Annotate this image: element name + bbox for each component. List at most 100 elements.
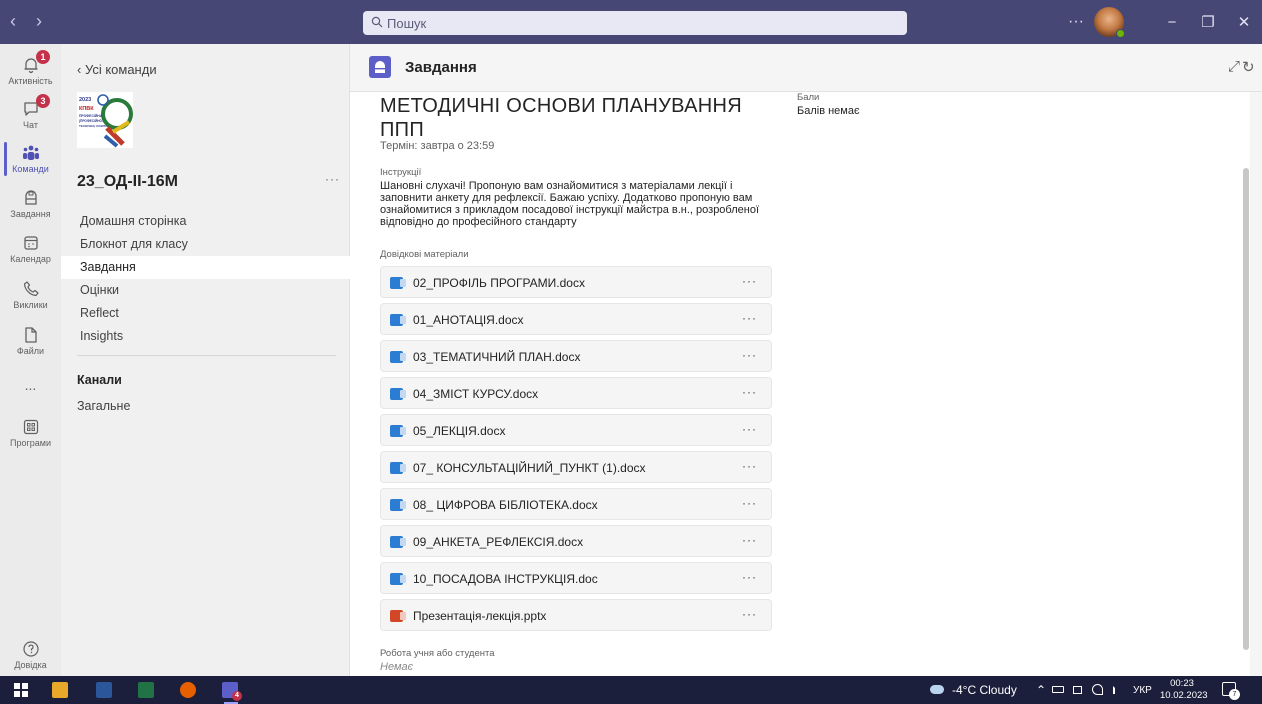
- search-placeholder: Пошук: [387, 15, 427, 31]
- user-avatar[interactable]: [1094, 7, 1125, 38]
- teams-taskbar-badge: 4: [232, 691, 242, 701]
- file-more-button[interactable]: ···: [742, 570, 757, 584]
- file-name: 01_АНОТАЦІЯ.docx: [413, 313, 524, 327]
- rail-label: Програми: [10, 438, 51, 448]
- rail-chat[interactable]: 3 Чат: [0, 94, 61, 131]
- file-name: 07_ КОНСУЛЬТАЦІЙНИЙ_ПУНКТ (1).docx: [413, 461, 646, 475]
- file-more-button[interactable]: ···: [742, 348, 757, 362]
- rail-apps[interactable]: Програми: [0, 416, 61, 449]
- expand-icon[interactable]: ⤢: [1228, 58, 1240, 75]
- assignments-icon: [0, 187, 61, 209]
- file-explorer-icon[interactable]: [52, 682, 68, 698]
- file-item[interactable]: 01_АНОТАЦІЯ.docx ···: [380, 303, 772, 335]
- team-name: 23_ОД-ІІ-16М: [77, 173, 178, 190]
- file-more-button[interactable]: ···: [742, 385, 757, 399]
- assignment-title: МЕТОДИЧНІ ОСНОВИ ПЛАНУВАННЯ ППП: [380, 95, 742, 141]
- file-item[interactable]: 07_ КОНСУЛЬТАЦІЙНИЙ_ПУНКТ (1).docx ···: [380, 451, 772, 483]
- file-item[interactable]: 09_АНКЕТА_РЕФЛЕКСІЯ.docx ···: [380, 525, 772, 557]
- volume-icon[interactable]: [1113, 686, 1121, 694]
- rail-help[interactable]: Довідка: [0, 638, 61, 671]
- file-more-button[interactable]: ···: [742, 496, 757, 510]
- rail-label: Завдання: [10, 209, 51, 219]
- minimize-button[interactable]: −: [1154, 14, 1190, 31]
- scrollbar-thumb[interactable]: [1243, 168, 1249, 650]
- logo-text-1: 2023: [79, 97, 91, 103]
- search-input[interactable]: Пошук: [363, 11, 907, 35]
- file-item[interactable]: 04_ЗМІСТ КУРСУ.docx ···: [380, 377, 772, 409]
- file-more-button[interactable]: ···: [742, 533, 757, 547]
- back-arrow-icon[interactable]: ‹: [6, 11, 20, 32]
- clock[interactable]: 00:23 10.02.2023: [1160, 678, 1208, 702]
- file-item[interactable]: 05_ЛЕКЦІЯ.docx ···: [380, 414, 772, 446]
- maximize-button[interactable]: ❐: [1190, 13, 1226, 31]
- powerpoint-file-icon: [390, 610, 406, 622]
- file-item[interactable]: 03_ТЕМАТИЧНИЙ ПЛАН.docx ···: [380, 340, 772, 372]
- file-name: Презентація-лекція.pptx: [413, 609, 547, 623]
- file-icon: [0, 324, 61, 346]
- tray-chevron-icon[interactable]: ⌃: [1036, 683, 1046, 697]
- firefox-icon[interactable]: [180, 682, 196, 698]
- rail-label: Активність: [8, 76, 53, 86]
- file-name: 04_ЗМІСТ КУРСУ.docx: [413, 387, 539, 401]
- forward-arrow-icon[interactable]: ›: [32, 11, 46, 32]
- rail-label: Календар: [10, 254, 51, 264]
- wifi-icon[interactable]: [1092, 684, 1103, 695]
- channel-general[interactable]: Загальне: [77, 399, 130, 413]
- rail-teams[interactable]: Команди: [0, 142, 61, 176]
- file-more-button[interactable]: ···: [742, 274, 757, 288]
- battery-icon[interactable]: [1052, 686, 1064, 693]
- due-date: Термін: завтра о 23:59: [380, 140, 495, 152]
- word-app-icon[interactable]: [96, 682, 112, 698]
- channels-heading: Канали: [77, 373, 122, 387]
- title-bar: ‹ › Пошук ··· − ❐ ✕: [0, 0, 1262, 44]
- teams-app-icon[interactable]: 4: [222, 682, 242, 701]
- rail-calls[interactable]: Виклики: [0, 278, 61, 311]
- file-item[interactable]: 02_ПРОФІЛЬ ПРОГРАМИ.docx ···: [380, 266, 772, 298]
- team-more-button[interactable]: ···: [325, 172, 340, 186]
- file-item[interactable]: Презентація-лекція.pptx ···: [380, 599, 772, 631]
- points-value: Балів немає: [797, 105, 860, 117]
- student-work-label: Робота учня або студента: [380, 648, 495, 659]
- team-nav-home[interactable]: Домашня сторінка: [61, 210, 350, 233]
- file-more-button[interactable]: ···: [742, 607, 757, 621]
- rail-assignments[interactable]: Завдання: [0, 187, 61, 220]
- apps-icon: [0, 416, 61, 438]
- display-icon[interactable]: [1073, 686, 1082, 694]
- team-nav-insights[interactable]: Insights: [61, 325, 350, 348]
- team-logo: 2023 КПВК ПРОФЕСІЙНА (ПРОФЕСІЙНО- ТЕХНІЧ…: [77, 92, 133, 148]
- team-nav-assignments[interactable]: Завдання: [61, 256, 350, 279]
- windows-start-icon[interactable]: [14, 683, 28, 697]
- more-options-button[interactable]: ···: [1068, 13, 1084, 31]
- close-button[interactable]: ✕: [1226, 13, 1262, 31]
- assignments-app-icon: [369, 56, 391, 78]
- team-nav-notebook[interactable]: Блокнот для класу: [61, 233, 350, 256]
- assignment-details: МЕТОДИЧНІ ОСНОВИ ПЛАНУВАННЯ ППП Термін: …: [350, 92, 1246, 676]
- file-more-button[interactable]: ···: [742, 422, 757, 436]
- file-item[interactable]: 10_ПОСАДОВА ІНСТРУКЦІЯ.doc ···: [380, 562, 772, 594]
- language-indicator[interactable]: УКР: [1133, 685, 1152, 696]
- notifications-icon[interactable]: 7: [1222, 682, 1240, 700]
- team-nav-reflect[interactable]: Reflect: [61, 302, 350, 325]
- file-more-button[interactable]: ···: [742, 459, 757, 473]
- excel-app-icon[interactable]: [138, 682, 154, 698]
- instructions-text: Шановні слухачі! Пропоную вам ознайомити…: [380, 180, 760, 228]
- rail-label: Довідка: [14, 660, 47, 670]
- rail-calendar[interactable]: Календар: [0, 232, 61, 265]
- weather-text[interactable]: -4°C Cloudy: [952, 683, 1017, 697]
- page-title: Завдання: [405, 59, 477, 76]
- rail-label: Виклики: [13, 300, 48, 310]
- logo-text-2: КПВК: [79, 106, 94, 112]
- rail-activity[interactable]: 1 Активність: [0, 50, 61, 87]
- window-controls: ··· − ❐ ✕: [1068, 0, 1262, 44]
- team-nav-grades[interactable]: Оцінки: [61, 279, 350, 302]
- refresh-icon[interactable]: ↻: [1242, 58, 1255, 76]
- all-teams-link[interactable]: ‹ Усі команди: [77, 62, 157, 77]
- team-panel: ‹ Усі команди 2023 КПВК ПРОФЕСІЙНА (ПРОФ…: [61, 44, 350, 676]
- rail-more[interactable]: ...: [0, 374, 61, 396]
- presence-available-icon: [1116, 29, 1125, 38]
- logo-text-3: ПРОФЕСІЙНА: [79, 114, 103, 118]
- rail-files[interactable]: Файли: [0, 324, 61, 357]
- file-item[interactable]: 08_ ЦИФРОВА БІБЛІОТЕКА.docx ···: [380, 488, 772, 520]
- file-more-button[interactable]: ···: [742, 311, 757, 325]
- word-file-icon: [390, 425, 406, 437]
